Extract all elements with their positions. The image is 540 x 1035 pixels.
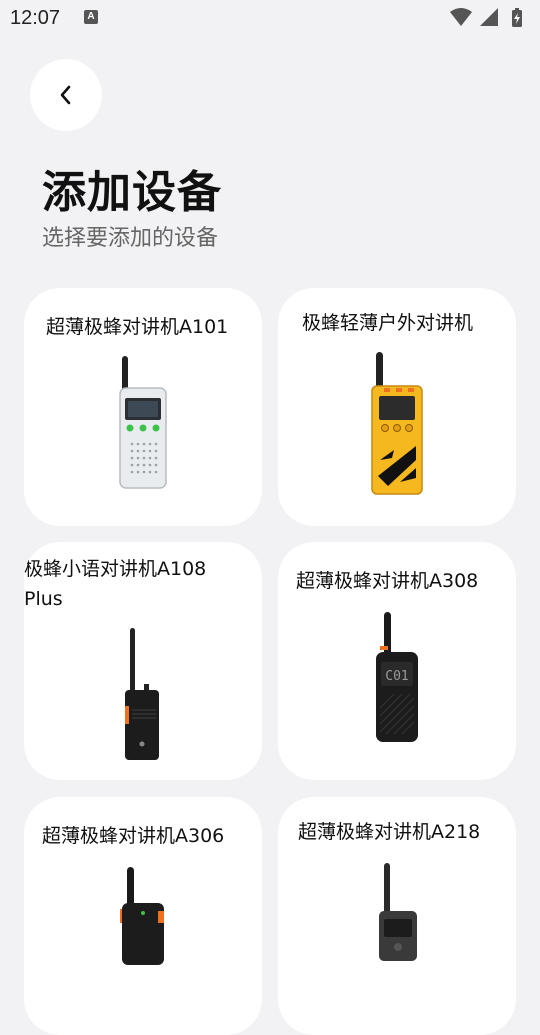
device-card-a101[interactable]: 超薄极蜂对讲机A101 bbox=[24, 288, 262, 526]
device-name: 超薄极蜂对讲机A306 bbox=[42, 825, 225, 847]
notification-icon: A bbox=[84, 10, 98, 24]
device-name: 超薄极蜂对讲机A218 bbox=[298, 821, 481, 843]
device-image-a308: C01 bbox=[376, 612, 418, 742]
status-time: 12:07 bbox=[10, 7, 61, 29]
device-name: 超薄极蜂对讲机A101 bbox=[46, 316, 229, 338]
signal-icon bbox=[480, 8, 498, 26]
device-image-a306 bbox=[120, 867, 164, 965]
device-image-a108-plus bbox=[125, 628, 159, 760]
device-card-a306[interactable]: 超薄极蜂对讲机A306 bbox=[24, 797, 262, 1035]
device-card-a218[interactable]: 超薄极蜂对讲机A218 bbox=[278, 797, 516, 1035]
device-image-a101 bbox=[119, 356, 167, 489]
status-bar: 12:07 A bbox=[0, 0, 540, 36]
device-name: 超薄极蜂对讲机A308 bbox=[296, 570, 479, 592]
device-image-a218 bbox=[379, 863, 417, 961]
device-name: 极蜂轻薄户外对讲机 bbox=[302, 312, 474, 334]
chevron-left-icon bbox=[60, 85, 71, 105]
battery-charging-icon bbox=[512, 8, 522, 27]
device-card-a308[interactable]: 超薄极蜂对讲机A308 C01 bbox=[278, 542, 516, 780]
status-icons bbox=[450, 8, 530, 28]
wifi-icon bbox=[450, 8, 472, 26]
device-name: 极蜂小语对讲机A108 bbox=[24, 558, 207, 580]
device-card-outdoor[interactable]: 极蜂轻薄户外对讲机 bbox=[278, 288, 516, 526]
page-subtitle: 选择要添加的设备 bbox=[42, 226, 219, 251]
svg-text:C01: C01 bbox=[385, 669, 408, 684]
device-image-outdoor bbox=[371, 352, 423, 495]
back-button[interactable] bbox=[30, 59, 102, 131]
device-name-line2: Plus bbox=[24, 588, 63, 610]
page-title: 添加设备 bbox=[42, 167, 222, 218]
device-card-a108-plus[interactable]: 极蜂小语对讲机A108 Plus bbox=[24, 542, 262, 780]
